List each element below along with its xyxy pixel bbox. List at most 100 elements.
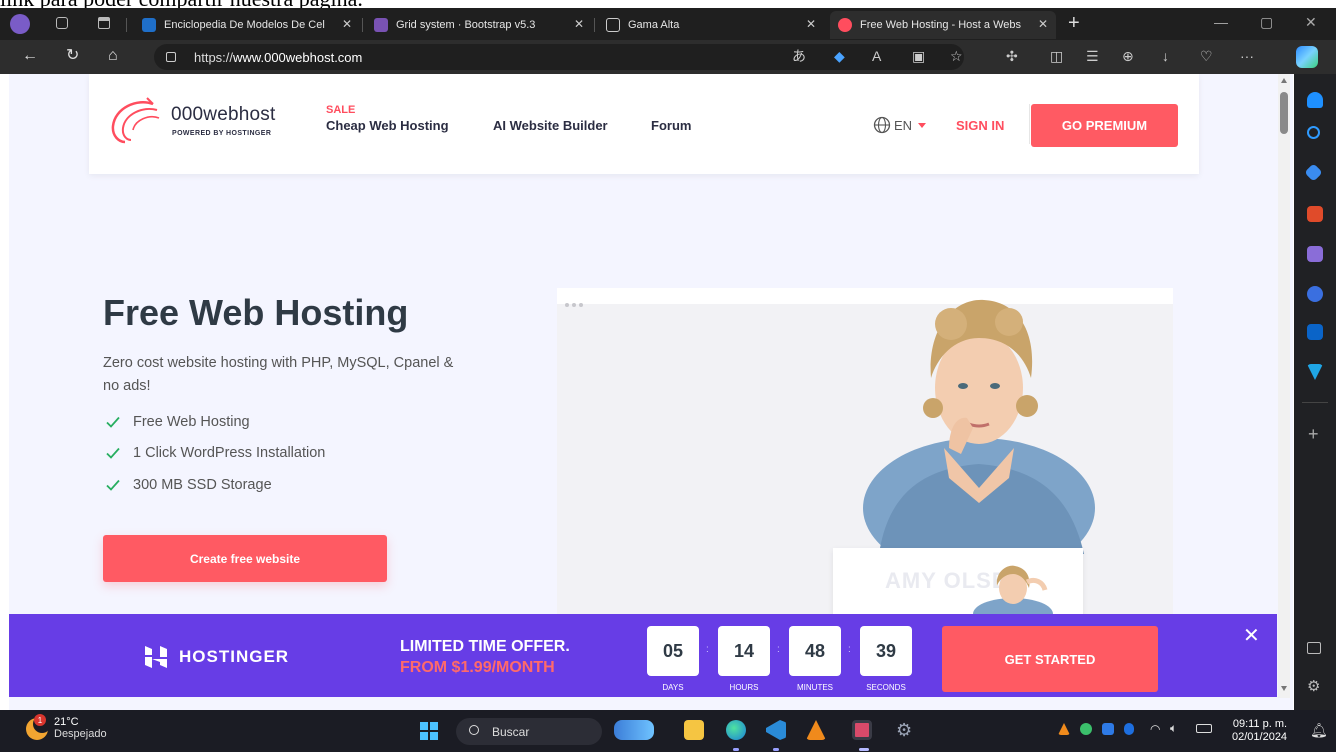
close-icon[interactable]: ✕ — [1243, 626, 1260, 646]
profile-avatar[interactable] — [10, 14, 30, 34]
sign-in-link[interactable]: SIGN IN — [956, 118, 1004, 133]
snipping-tool-icon[interactable] — [852, 720, 872, 740]
address-bar-row: ← ↻ ⌂ https://www.000webhost.com あ ◆ A ▣… — [0, 40, 1336, 74]
tab-favicon — [142, 18, 156, 32]
workspaces-icon[interactable] — [56, 17, 68, 29]
back-arrow-icon[interactable]: ← — [22, 48, 38, 64]
countdown-separator: : — [777, 644, 780, 655]
countdown-seconds: 39 — [860, 626, 912, 676]
translate-icon[interactable]: あ — [792, 49, 806, 63]
logo-wordmark[interactable]: 000webhost — [171, 104, 275, 126]
file-explorer-icon[interactable] — [684, 720, 704, 740]
minimize-button[interactable]: — — [1214, 14, 1228, 30]
tab-favicon — [838, 18, 852, 32]
extensions-icon[interactable]: ✣ — [1006, 49, 1018, 63]
tab-separator — [126, 18, 127, 32]
read-aloud-icon[interactable]: A — [872, 49, 881, 63]
tab-separator — [594, 18, 595, 32]
split-screen-icon[interactable]: ◫ — [1050, 49, 1063, 63]
tray-app-icon[interactable] — [1102, 723, 1114, 735]
countdown-hours-label: HOURS — [729, 683, 759, 692]
battery-icon[interactable] — [1196, 724, 1212, 733]
more-menu-icon[interactable]: ··· — [1240, 49, 1254, 63]
microsoft-365-icon[interactable] — [1307, 286, 1323, 302]
outlook-icon[interactable] — [1307, 324, 1323, 340]
close-icon[interactable]: ✕ — [342, 17, 352, 31]
downloads-icon[interactable]: ↓ — [1162, 49, 1169, 63]
language-selector[interactable]: EN — [873, 116, 927, 134]
close-icon[interactable]: ✕ — [806, 17, 816, 31]
shopping-tag-icon[interactable] — [1304, 163, 1323, 182]
countdown-hours: 14 — [718, 626, 770, 676]
favorites-icon[interactable]: ☰ — [1086, 49, 1099, 63]
drop-icon[interactable] — [1307, 364, 1323, 380]
scrollbar-thumb[interactable] — [1280, 92, 1288, 134]
scroll-down-arrow-icon[interactable] — [1281, 686, 1287, 691]
widgets-app-icon[interactable] — [614, 720, 654, 740]
logo-swirl-icon[interactable] — [107, 96, 163, 146]
get-started-button[interactable]: GET STARTED — [942, 626, 1158, 692]
close-icon[interactable]: ✕ — [1038, 17, 1048, 31]
window-close-button[interactable]: ✕ — [1305, 14, 1317, 31]
games-icon[interactable] — [1307, 246, 1323, 262]
clock-time: 09:11 p. m. — [1232, 718, 1288, 730]
search-icon[interactable] — [1307, 126, 1320, 139]
wifi-icon[interactable]: ◠ — [1150, 722, 1160, 736]
edge-browser-icon[interactable] — [726, 720, 746, 740]
settings-gear-icon[interactable]: ⚙ — [896, 720, 916, 740]
copilot-icon[interactable] — [1296, 46, 1318, 68]
taskbar-search[interactable]: Buscar — [456, 718, 602, 745]
close-icon[interactable]: ✕ — [574, 17, 584, 31]
checkmark-icon — [106, 416, 120, 428]
tab-actions-icon[interactable] — [98, 17, 110, 29]
weather-widget[interactable]: 1 21°C Despejado — [26, 714, 107, 741]
search-icon — [469, 725, 479, 735]
chevron-down-icon — [918, 122, 927, 128]
collections-icon[interactable]: ⊕ — [1122, 49, 1134, 63]
favorite-star-icon[interactable]: ☆ — [950, 49, 963, 63]
app-available-icon[interactable]: ▣ — [912, 49, 925, 63]
header-divider — [1029, 104, 1030, 144]
home-icon[interactable]: ⌂ — [108, 48, 118, 64]
new-tab-button[interactable]: + — [1068, 12, 1080, 35]
vscode-icon[interactable] — [766, 720, 786, 740]
nav-forum[interactable]: Forum — [651, 118, 691, 133]
page-icon — [606, 18, 620, 32]
add-sidebar-item-icon[interactable]: + — [1308, 424, 1319, 445]
go-premium-button[interactable]: GO PREMIUM — [1031, 104, 1178, 147]
clipped-document-text: link para poder compartir nuestra pagina… — [0, 0, 1336, 8]
taskbar-clock[interactable]: 09:11 p. m. 02/01/2024 — [1232, 718, 1287, 744]
vlc-tray-icon[interactable] — [1058, 723, 1070, 735]
weather-condition: Despejado — [54, 728, 107, 740]
sidebar-settings-icon[interactable]: ⚙ — [1307, 677, 1320, 695]
windows-start-icon[interactable] — [420, 722, 438, 740]
tab-bootstrap[interactable]: Grid system · Bootstrap v5.3 ✕ — [366, 11, 592, 39]
tools-briefcase-icon[interactable] — [1307, 206, 1323, 222]
mockup-window-dots — [565, 294, 586, 312]
tab-000webhost[interactable]: Free Web Hosting - Host a Webs ✕ — [830, 11, 1056, 39]
performance-icon[interactable]: ♡ — [1200, 49, 1213, 63]
create-free-website-button[interactable]: Create free website — [103, 535, 387, 582]
maximize-button[interactable]: ▢ — [1260, 14, 1273, 31]
countdown-separator: : — [706, 644, 709, 655]
scroll-up-arrow-icon[interactable] — [1281, 78, 1287, 83]
volume-icon[interactable]: 🔈︎ — [1170, 721, 1177, 736]
nav-cheap-web-hosting[interactable]: Cheap Web Hosting — [326, 118, 449, 133]
nav-ai-website-builder[interactable]: AI Website Builder — [493, 118, 608, 133]
refresh-icon[interactable]: ↻ — [66, 48, 79, 64]
hide-sidebar-icon[interactable] — [1307, 642, 1321, 654]
vlc-icon[interactable] — [806, 720, 826, 740]
offer-headline: LIMITED TIME OFFER. — [400, 638, 570, 655]
lock-icon[interactable] — [166, 52, 176, 62]
tab-enciclopedia[interactable]: Enciclopedia De Modelos De Cel ✕ — [134, 11, 360, 39]
notifications-icon[interactable] — [1307, 92, 1323, 108]
coupon-tag-icon[interactable]: ◆ — [834, 49, 845, 63]
tray-app-icon[interactable] — [1080, 723, 1092, 735]
notification-bell-icon[interactable]: 🔔︎ — [1310, 722, 1328, 739]
woman-photo — [863, 299, 1095, 554]
tab-favicon — [374, 18, 388, 32]
promo-banner: HOSTINGER LIMITED TIME OFFER. FROM $1.99… — [9, 614, 1277, 697]
tab-gama-alta[interactable]: Gama Alta ✕ — [598, 11, 824, 39]
bluetooth-icon[interactable] — [1124, 723, 1134, 735]
page-scrollbar[interactable] — [1278, 74, 1290, 698]
